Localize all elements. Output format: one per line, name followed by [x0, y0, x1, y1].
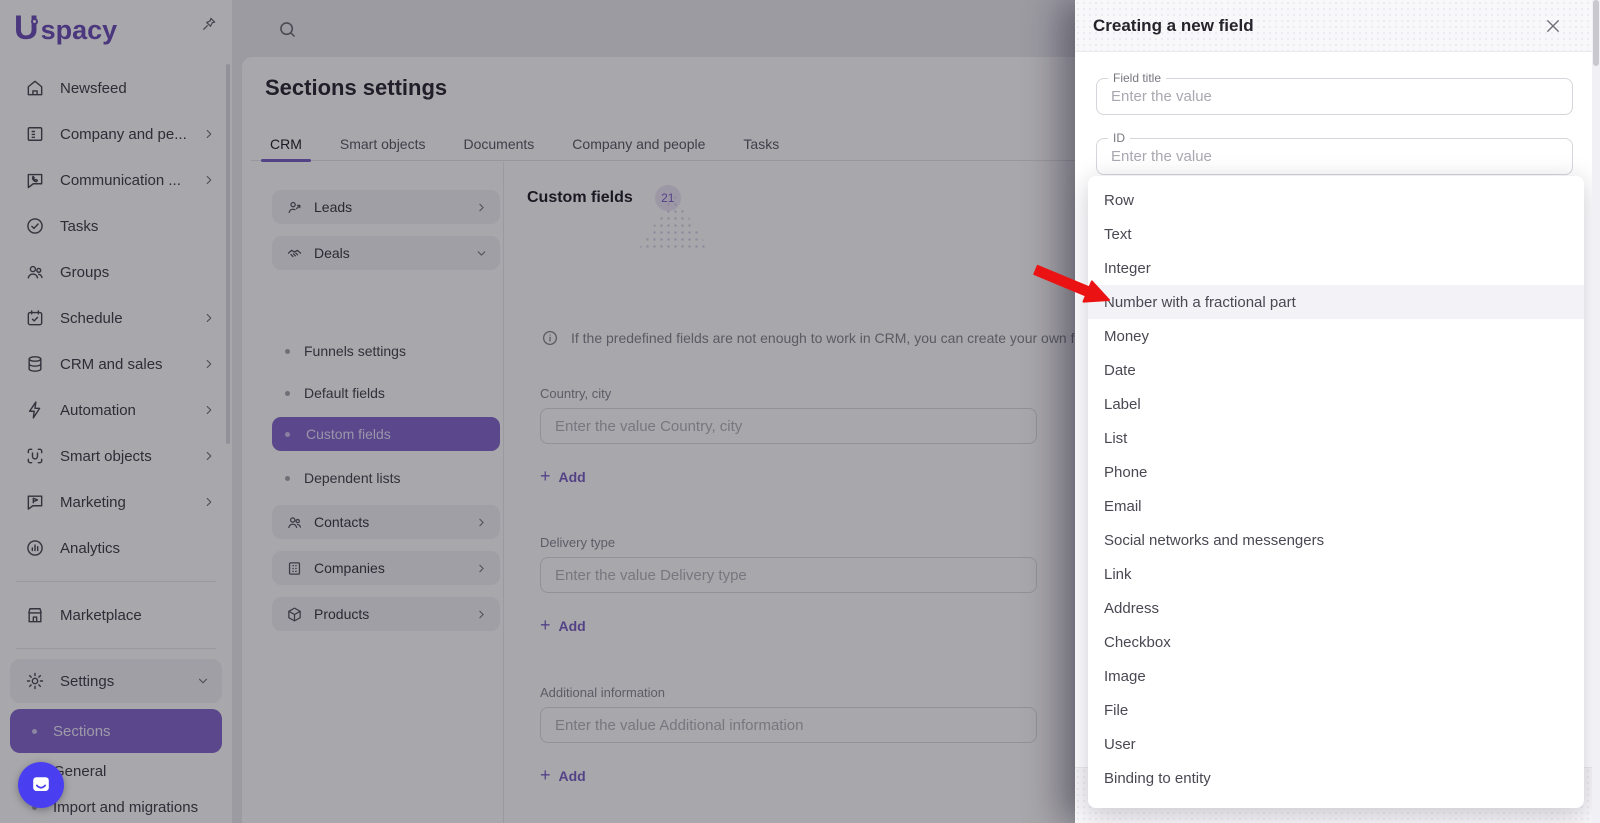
dropdown-option[interactable]: Link	[1088, 557, 1584, 591]
field-type-dropdown: RowTextIntegerNumber with a fractional p…	[1088, 176, 1584, 808]
dropdown-option[interactable]: Checkbox	[1088, 625, 1584, 659]
creating-new-field-drawer: Creating a new field Field title ID RowT…	[1075, 0, 1600, 823]
dropdown-option[interactable]: Label	[1088, 387, 1584, 421]
dropdown-option[interactable]: User	[1088, 727, 1584, 761]
dropdown-option[interactable]: Date	[1088, 353, 1584, 387]
dropdown-option[interactable]: Social networks and messengers	[1088, 523, 1584, 557]
dropdown-option[interactable]: Binding to entity	[1088, 761, 1584, 795]
chat-icon	[30, 774, 52, 796]
dropdown-option[interactable]: Phone	[1088, 455, 1584, 489]
chat-launcher-button[interactable]	[18, 762, 64, 808]
dropdown-option[interactable]: Money	[1088, 319, 1584, 353]
dropdown-option[interactable]: File	[1088, 693, 1584, 727]
dropdown-option[interactable]: Row	[1088, 183, 1584, 217]
field-id-input[interactable]	[1097, 139, 1572, 174]
dropdown-option[interactable]: Number with a fractional part	[1088, 285, 1584, 319]
field-title-input[interactable]	[1097, 79, 1572, 114]
dropdown-option[interactable]: Text	[1088, 217, 1584, 251]
drawer-title: Creating a new field	[1093, 16, 1254, 36]
field-title-group: Field title	[1096, 78, 1573, 115]
field-id-group: ID	[1096, 138, 1573, 175]
scrollbar-thumb[interactable]	[1593, 0, 1599, 66]
dropdown-option[interactable]: Integer	[1088, 251, 1584, 285]
dropdown-option[interactable]: Address	[1088, 591, 1584, 625]
dropdown-option[interactable]: Email	[1088, 489, 1584, 523]
dropdown-option[interactable]: Image	[1088, 659, 1584, 693]
drawer-scrollbar[interactable]	[1592, 0, 1600, 823]
drawer-header: Creating a new field	[1075, 0, 1600, 52]
close-icon[interactable]	[1542, 15, 1564, 37]
dropdown-option[interactable]: List	[1088, 421, 1584, 455]
app-root: U spacy Newsfeed Company and pe... Commu…	[0, 0, 1600, 823]
